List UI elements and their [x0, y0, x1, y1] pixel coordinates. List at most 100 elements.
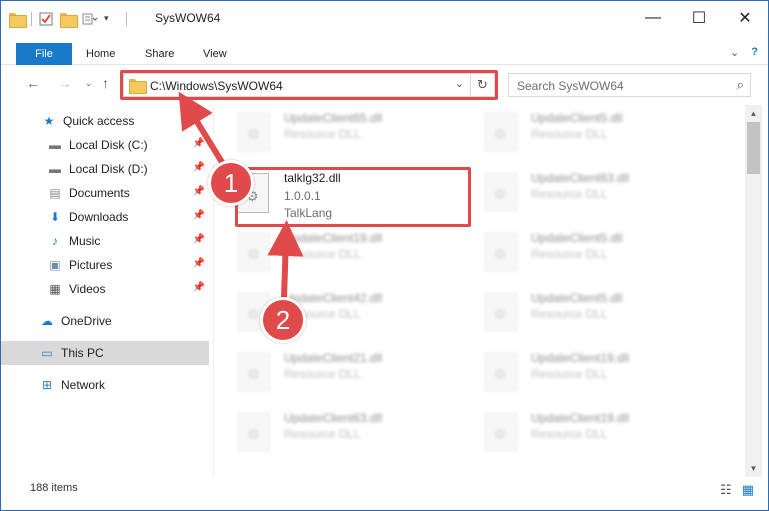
details-view-icon[interactable]: ☷ [720, 482, 732, 498]
properties-icon[interactable] [38, 11, 54, 27]
file-item[interactable]: UpdateClient65.dll Resource DLL [223, 105, 453, 153]
dll-file-icon [238, 233, 270, 271]
file-item[interactable]: UpdateClient5.dll Resource DLL [470, 105, 700, 153]
expand-ribbon-icon[interactable]: ⌄ [730, 46, 739, 59]
file-list: UpdateClient65.dll Resource DLL UpdateCl… [223, 105, 743, 477]
tab-file[interactable]: File [16, 43, 72, 65]
customize-toolbar-icon[interactable] [82, 11, 98, 27]
item-count: 188 items [30, 482, 78, 494]
ribbon-tabs: File Home Share View ⌄ ? [1, 35, 768, 65]
search-icon[interactable]: ⌕ [737, 77, 744, 93]
cloud-icon: ☁ [41, 314, 53, 328]
sidebar-item-label: OneDrive [61, 314, 112, 328]
sidebar-item-label: Downloads [69, 210, 129, 224]
file-item[interactable]: UpdateClient19.dll Resource DLL [470, 345, 700, 393]
sidebar-item-documents[interactable]: ▤ Documents 📌 [1, 181, 209, 205]
file-item[interactable]: UpdateClient21.dll Resource DLL [223, 345, 453, 393]
file-description: Resource DLL [284, 427, 361, 441]
scroll-thumb[interactable] [747, 122, 760, 174]
tab-share[interactable]: Share [145, 42, 174, 65]
sidebar-item-label: Videos [69, 282, 106, 296]
file-highlight-box [235, 167, 471, 227]
large-icons-view-icon[interactable]: ▦ [742, 482, 754, 498]
pin-icon[interactable]: 📌 [193, 186, 205, 197]
up-arrow-icon[interactable]: ↑ [102, 75, 109, 91]
file-item[interactable]: UpdateClient5.dll Resource DLL [470, 225, 700, 273]
sidebar-item-pictures[interactable]: ▣ Pictures 📌 [1, 253, 209, 277]
navigation-bar: ← → ⌄ ↑ C:\Windows\SysWOW64 ⌄ ↻ Search S… [1, 65, 768, 103]
explorer-window: ▾ SysWOW64 — ☐ ✕ File Home Share View ⌄ … [0, 0, 769, 511]
dll-file-icon [238, 413, 270, 451]
address-highlight-box [120, 70, 498, 100]
status-bar: 188 items ☷ ▦ [1, 479, 768, 501]
file-name: UpdateClient5.dll [531, 111, 623, 125]
pin-icon[interactable]: 📌 [193, 258, 205, 269]
sidebar-item-network[interactable]: ⊞ Network [1, 373, 209, 397]
sidebar-item-videos[interactable]: ▦ Videos 📌 [1, 277, 209, 301]
file-item[interactable]: UpdateClient63.dll Resource DLL [223, 405, 453, 453]
toolbar-divider [31, 12, 32, 26]
pictures-icon: ▣ [49, 258, 61, 272]
dll-file-icon [238, 113, 270, 151]
dll-file-icon [238, 353, 270, 391]
vertical-scrollbar[interactable]: ▲ ▼ [745, 105, 762, 477]
dropdown-icon[interactable]: ▾ [104, 11, 120, 27]
pin-icon[interactable]: 📌 [193, 138, 205, 149]
new-folder-icon[interactable] [60, 12, 78, 28]
file-item[interactable]: UpdateClient63.dll Resource DLL [470, 165, 700, 213]
music-icon: ♪ [52, 234, 58, 248]
sidebar-item-label: Quick access [63, 114, 135, 128]
sidebar-item-onedrive[interactable]: ☁ OneDrive [1, 309, 209, 333]
download-icon: ⬇ [49, 210, 61, 224]
pin-icon[interactable]: 📌 [193, 162, 205, 173]
file-name: UpdateClient19.dll [531, 411, 630, 425]
sidebar-item-music[interactable]: ♪ Music 📌 [1, 229, 209, 253]
file-name: UpdateClient5.dll [531, 291, 623, 305]
file-name: UpdateClient5.dll [531, 231, 623, 245]
file-item[interactable]: UpdateClient5.dll Resource DLL [470, 285, 700, 333]
file-item[interactable]: UpdateClient19.dll Resource DLL [223, 225, 453, 273]
tab-view[interactable]: View [203, 42, 227, 65]
pin-icon[interactable]: 📌 [193, 234, 205, 245]
file-description: Resource DLL [284, 247, 361, 261]
sidebar-item-local-disk-c[interactable]: ▬ Local Disk (C:) 📌 [1, 133, 209, 157]
sidebar-item-label: Local Disk (D:) [69, 162, 148, 176]
file-item[interactable]: UpdateClient42.dll Resource DLL [223, 285, 453, 333]
search-placeholder: Search SysWOW64 [517, 79, 624, 93]
file-name: UpdateClient63.dll [284, 411, 383, 425]
drive-icon: ▬ [49, 138, 61, 152]
minimize-button[interactable]: — [630, 1, 676, 35]
window-title: SysWOW64 [155, 11, 221, 25]
scroll-down-icon[interactable]: ▼ [745, 460, 762, 477]
back-arrow-icon[interactable]: ← [26, 75, 40, 91]
search-input[interactable]: Search SysWOW64 ⌕ [508, 73, 751, 97]
network-icon: ⊞ [41, 378, 53, 392]
view-toggles: ☷ ▦ [720, 482, 754, 498]
forward-arrow-icon[interactable]: → [58, 75, 72, 91]
pin-icon[interactable]: 📌 [193, 210, 205, 221]
file-name: UpdateClient19.dll [531, 351, 630, 365]
sidebar-item-local-disk-d[interactable]: ▬ Local Disk (D:) 📌 [1, 157, 209, 181]
tab-home[interactable]: Home [86, 42, 115, 65]
star-icon: ★ [43, 114, 55, 128]
maximize-button[interactable]: ☐ [676, 1, 722, 35]
file-description: Resource DLL [284, 127, 361, 141]
documents-icon: ▤ [49, 186, 61, 200]
dll-file-icon [485, 293, 517, 331]
recent-locations-icon[interactable]: ⌄ [85, 78, 93, 89]
dll-file-icon [485, 233, 517, 271]
sidebar-item-label: Local Disk (C:) [69, 138, 148, 152]
pin-icon[interactable]: 📌 [193, 282, 205, 293]
sidebar-item-downloads[interactable]: ⬇ Downloads 📌 [1, 205, 209, 229]
close-button[interactable]: ✕ [722, 1, 768, 35]
help-icon[interactable]: ? [751, 46, 758, 59]
sidebar-item-this-pc[interactable]: ▭ This PC [1, 341, 209, 365]
toolbar-divider [126, 12, 127, 26]
sidebar-item-quick-access[interactable]: ★ Quick access [1, 109, 209, 133]
file-item[interactable]: UpdateClient19.dll Resource DLL [470, 405, 700, 453]
file-description: Resource DLL [531, 427, 608, 441]
folder-icon[interactable] [9, 12, 27, 28]
scroll-up-icon[interactable]: ▲ [745, 105, 762, 122]
file-description: Resource DLL [531, 367, 608, 381]
pane-divider[interactable] [213, 105, 214, 477]
